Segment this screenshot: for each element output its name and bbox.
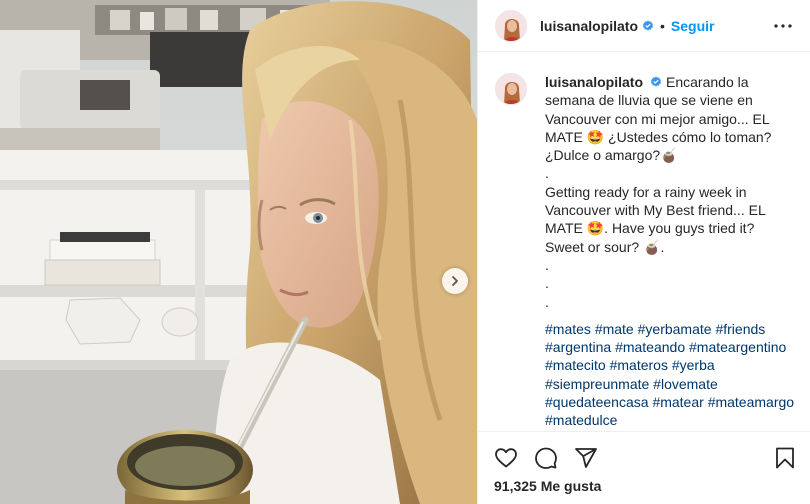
hashtag-link[interactable]: #mates: [545, 321, 591, 337]
hashtag-link[interactable]: #argentina: [545, 339, 611, 355]
post-photo: [0, 0, 477, 504]
caption-username[interactable]: luisanalopilato: [545, 74, 643, 90]
comment-bubble-icon: [535, 447, 557, 469]
separator-dot: •: [660, 17, 665, 34]
caption-body: Encarando la semana de lluvia que se vie…: [545, 74, 772, 310]
comments-area[interactable]: luisanalopilato Encarando la semana de ll…: [478, 53, 810, 431]
action-icon-row: [486, 438, 606, 478]
verified-badge-icon: [643, 20, 654, 30]
comment-button[interactable]: [526, 438, 566, 478]
caption-row: luisanalopilato Encarando la semana de ll…: [495, 73, 795, 311]
heart-icon: [495, 448, 517, 468]
likes-label: Me gusta: [540, 478, 602, 494]
post-actions: 91,325 Me gusta: [478, 431, 810, 504]
hashtag-link[interactable]: #friends: [715, 321, 765, 337]
hashtag-link[interactable]: #matedulce: [545, 412, 617, 428]
hashtag-link[interactable]: #mateando: [615, 339, 685, 355]
hashtag-link[interactable]: #siempreunmate: [545, 376, 649, 392]
like-button[interactable]: [486, 438, 526, 478]
hashtag-link[interactable]: #materos: [610, 357, 668, 373]
save-button[interactable]: [765, 438, 805, 478]
likes-count[interactable]: 91,325 Me gusta: [494, 478, 601, 494]
avatar-image: [496, 74, 526, 104]
hashtag-link[interactable]: #lovemate: [653, 376, 718, 392]
hashtag-link[interactable]: #quedateencasa: [545, 394, 649, 410]
caption-avatar[interactable]: [495, 73, 527, 105]
likes-number: 91,325: [494, 478, 537, 494]
header-username[interactable]: luisanalopilato: [540, 18, 638, 34]
avatar-image: [496, 10, 526, 41]
hashtag-link[interactable]: #matear: [652, 394, 703, 410]
hashtag-link[interactable]: #mateargentino: [689, 339, 786, 355]
share-button[interactable]: [566, 438, 606, 478]
next-photo-button[interactable]: [442, 268, 468, 294]
hashtag-link[interactable]: #yerbamate: [638, 321, 712, 337]
hashtag-link[interactable]: #yerba: [672, 357, 715, 373]
hashtag-link[interactable]: #mate: [595, 321, 634, 337]
avatar[interactable]: [495, 9, 527, 42]
more-options-icon: [774, 24, 792, 28]
follow-button[interactable]: Seguir: [671, 18, 715, 34]
more-options-button[interactable]: [771, 14, 795, 38]
post-header: luisanalopilato • Seguir: [478, 0, 810, 52]
hashtag-link[interactable]: #matecito: [545, 357, 606, 373]
post-photo-image: [0, 0, 477, 504]
post-side-panel: luisanalopilato • Seguir luisanalopilato…: [477, 0, 810, 504]
paper-plane-icon: [575, 448, 597, 468]
chevron-right-icon: [452, 276, 458, 286]
bookmark-icon: [776, 447, 794, 469]
caption-text: luisanalopilato Encarando la semana de ll…: [545, 73, 795, 311]
hashtag-link[interactable]: #mateamargo: [708, 394, 794, 410]
verified-badge-icon: [651, 76, 662, 87]
hashtag-list: #mates #mate #yerbamate #friends #argent…: [545, 320, 797, 430]
